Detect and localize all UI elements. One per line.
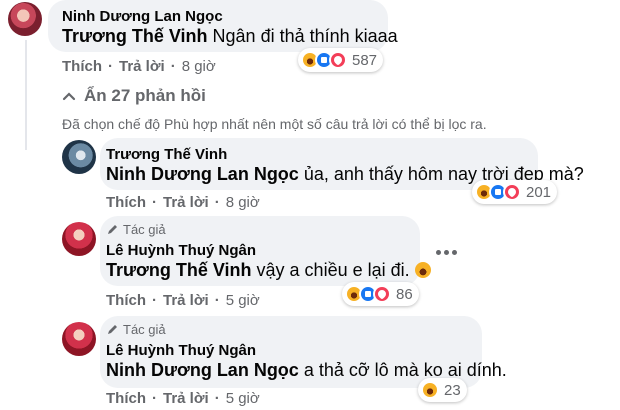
separator-dot: · <box>152 292 157 309</box>
reaction-summary[interactable]: 587 <box>298 48 384 72</box>
love-icon <box>329 51 347 69</box>
mention-tag[interactable]: Trương Thế Vinh <box>106 260 252 280</box>
separator-dot: · <box>214 194 220 211</box>
reply-author[interactable]: Trương Thế Vinh <box>106 146 227 163</box>
reply-actions: Thích · Trả lời · 8 giờ <box>106 194 260 211</box>
reaction-count: 201 <box>526 183 552 201</box>
reply-button[interactable]: Trả lời <box>163 194 209 211</box>
timestamp[interactable]: 8 giờ <box>226 194 260 211</box>
reply-text: a thả cỡ lô mà ko ai dính. <box>303 360 507 380</box>
avatar[interactable] <box>62 322 96 356</box>
separator-dot: · <box>214 390 220 407</box>
love-icon <box>373 285 391 303</box>
timestamp[interactable]: 5 giờ <box>226 390 260 407</box>
author-badge: Tác giả <box>106 322 166 337</box>
thread-connector <box>25 40 27 150</box>
hide-replies-label: Ẩn 27 phản hồi <box>84 86 206 105</box>
avatar[interactable] <box>8 2 42 36</box>
like-button[interactable]: Thích <box>106 292 146 309</box>
separator-dot: · <box>152 390 157 407</box>
haha-icon <box>421 381 439 399</box>
reaction-summary[interactable]: 23 <box>418 378 467 402</box>
comment-author[interactable]: Ninh Dương Lan Ngọc <box>62 8 223 25</box>
comment-text: Ngân đi thả thính kiaaa <box>212 26 398 46</box>
reaction-count: 86 <box>396 285 413 303</box>
reaction-summary[interactable]: 86 <box>342 282 419 306</box>
laughing-emoji-icon <box>414 262 431 278</box>
filter-notice: Đã chọn chế độ Phù hợp nhất nên một số c… <box>62 116 487 132</box>
timestamp[interactable]: 5 giờ <box>226 292 260 309</box>
like-button[interactable]: Thích <box>106 194 146 211</box>
chevron-up-icon <box>62 92 76 101</box>
avatar[interactable] <box>62 140 96 174</box>
comment-bubble: Ninh Dương Lan Ngọc Trương Thế Vinh Ngân… <box>48 0 398 52</box>
reaction-summary[interactable]: 201 <box>472 180 558 204</box>
reply-bubble: Tác giả Lê Huỳnh Thuý Ngân Ninh Dương La… <box>100 316 507 388</box>
author-badge-label: Tác giả <box>123 322 166 337</box>
reaction-count: 587 <box>352 51 378 69</box>
more-options-icon[interactable] <box>436 250 457 255</box>
mention-tag[interactable]: Ninh Dương Lan Ngọc <box>106 360 299 380</box>
reply-bubble: Tác giả Lê Huỳnh Thuý Ngân Trương Thế Vi… <box>100 216 431 286</box>
hide-replies-toggle[interactable]: Ẩn 27 phản hồi <box>62 86 206 106</box>
author-badge: Tác giả <box>106 222 166 237</box>
separator-dot: · <box>108 58 113 75</box>
reply-author[interactable]: Lê Huỳnh Thuý Ngân <box>106 342 256 359</box>
mention-tag[interactable]: Ninh Dương Lan Ngọc <box>106 164 299 184</box>
separator-dot: · <box>152 194 157 211</box>
reply-button[interactable]: Trả lời <box>119 58 165 75</box>
like-button[interactable]: Thích <box>62 58 102 75</box>
author-badge-label: Tác giả <box>123 222 166 237</box>
love-icon <box>503 183 521 201</box>
separator-dot: · <box>214 292 220 309</box>
reply-text: vậy a chiều e lại đi. <box>256 260 410 280</box>
reply-body: Trương Thế Vinh vậy a chiều e lại đi. <box>106 260 431 281</box>
comment-body: Trương Thế Vinh Ngân đi thả thính kiaaa <box>62 26 398 47</box>
reply-bubble: Trương Thế Vinh Ninh Dương Lan Ngọc ủa, … <box>100 138 584 190</box>
comment-actions: Thích · Trả lời · 8 giờ <box>62 58 216 75</box>
pencil-icon <box>108 325 117 334</box>
reply-actions: Thích · Trả lời · 5 giờ <box>106 390 260 407</box>
like-button[interactable]: Thích <box>106 390 146 407</box>
mention-tag[interactable]: Trương Thế Vinh <box>62 26 208 46</box>
reply-actions: Thích · Trả lời · 5 giờ <box>106 292 260 309</box>
reply-button[interactable]: Trả lời <box>163 390 209 407</box>
timestamp[interactable]: 8 giờ <box>182 58 216 75</box>
avatar[interactable] <box>62 222 96 256</box>
reply-author[interactable]: Lê Huỳnh Thuý Ngân <box>106 242 256 259</box>
reaction-count: 23 <box>444 381 461 399</box>
pencil-icon <box>108 225 117 234</box>
separator-dot: · <box>170 58 176 75</box>
reply-button[interactable]: Trả lời <box>163 292 209 309</box>
